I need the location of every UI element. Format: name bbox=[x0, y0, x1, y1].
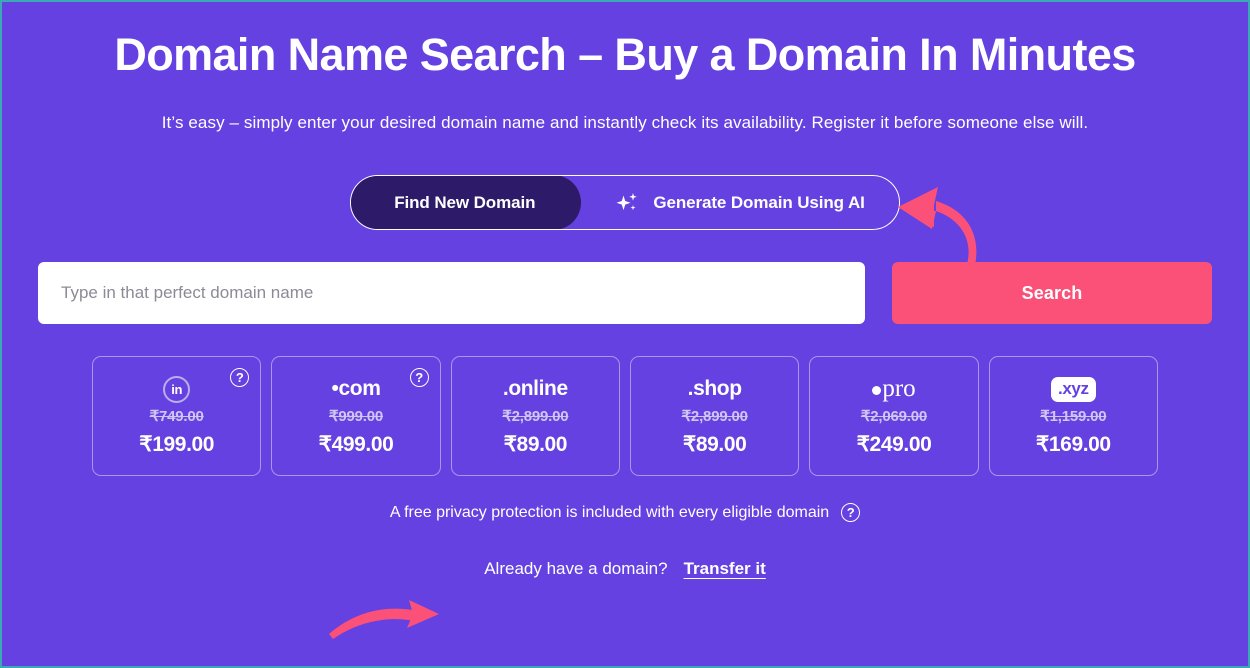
tld-old-price: ₹2,069.00 bbox=[860, 408, 928, 426]
tld-logo: .online bbox=[502, 377, 568, 401]
search-row: Search bbox=[2, 262, 1248, 325]
tld-old-price: ₹2,899.00 bbox=[681, 408, 748, 426]
dot-xyz-logo-icon: .xyz bbox=[1051, 376, 1096, 402]
tld-price-cards: ? in ₹749.00 ₹199.00 ? •com ₹999.00 ₹499… bbox=[2, 356, 1248, 477]
tld-card-com[interactable]: ? •com ₹999.00 ₹499.00 bbox=[271, 356, 441, 477]
dot-pro-logo-icon: pro bbox=[872, 375, 916, 403]
tld-old-price: ₹2,899.00 bbox=[502, 408, 569, 426]
tld-logo: .shop bbox=[687, 377, 742, 401]
tld-new-price: ₹89.00 bbox=[503, 433, 568, 457]
search-button[interactable]: Search bbox=[892, 262, 1212, 325]
tld-logo-text: pro bbox=[882, 375, 916, 403]
tld-card-shop[interactable]: .shop ₹2,899.00 ₹89.00 bbox=[630, 356, 800, 477]
help-icon[interactable]: ? bbox=[841, 503, 861, 523]
tld-logo: in bbox=[163, 375, 191, 403]
tld-card-online[interactable]: .online ₹2,899.00 ₹89.00 bbox=[450, 356, 620, 477]
tld-old-price: ₹999.00 bbox=[328, 408, 384, 426]
tld-old-price: ₹1,159.00 bbox=[1040, 408, 1107, 426]
tld-logo: •com bbox=[331, 377, 381, 401]
tld-logo: pro bbox=[872, 375, 916, 403]
page-subtitle: It’s easy – simply enter your desired do… bbox=[161, 113, 1089, 133]
transfer-it-link[interactable]: Transfer it bbox=[684, 559, 766, 579]
transfer-row: Already have a domain? Transfer it bbox=[2, 559, 1248, 579]
tld-new-price: ₹249.00 bbox=[856, 433, 932, 457]
help-icon[interactable]: ? bbox=[230, 368, 250, 388]
tld-new-price: ₹199.00 bbox=[139, 433, 215, 457]
domain-search-page: Domain Name Search – Buy a Domain In Min… bbox=[0, 0, 1250, 668]
pro-dot-icon bbox=[872, 385, 882, 395]
page-title: Domain Name Search – Buy a Domain In Min… bbox=[114, 29, 1136, 80]
search-mode-toggle-wrap: Find New Domain Generate Domain Using AI bbox=[2, 175, 1248, 231]
dot-in-logo-icon: in bbox=[163, 375, 191, 403]
privacy-note-text: A free privacy protection is included wi… bbox=[389, 503, 830, 521]
tab-find-new-domain[interactable]: Find New Domain bbox=[351, 176, 582, 230]
help-icon[interactable]: ? bbox=[409, 368, 429, 388]
tld-new-price: ₹499.00 bbox=[318, 433, 394, 457]
privacy-note: A free privacy protection is included wi… bbox=[2, 503, 1248, 523]
transfer-prompt: Already have a domain? bbox=[484, 559, 668, 579]
tld-card-xyz[interactable]: .xyz ₹1,159.00 ₹169.00 bbox=[988, 356, 1158, 477]
tab-find-new-domain-label: Find New Domain bbox=[394, 192, 536, 212]
tab-generate-domain-using-ai-label: Generate Domain Using AI bbox=[653, 192, 865, 212]
search-mode-toggle: Find New Domain Generate Domain Using AI bbox=[350, 175, 900, 231]
sparkle-icon bbox=[614, 190, 640, 216]
search-input[interactable] bbox=[38, 262, 865, 325]
tld-logo: .xyz bbox=[1051, 375, 1096, 403]
tld-new-price: ₹89.00 bbox=[682, 433, 747, 457]
tab-generate-domain-using-ai[interactable]: Generate Domain Using AI bbox=[580, 176, 898, 229]
tld-new-price: ₹169.00 bbox=[1035, 433, 1111, 457]
transfer-pointer-arrow-icon bbox=[329, 600, 439, 639]
tld-card-in[interactable]: ? in ₹749.00 ₹199.00 bbox=[92, 356, 262, 477]
tld-card-pro[interactable]: pro ₹2,069.00 ₹249.00 bbox=[809, 356, 979, 477]
tld-old-price: ₹749.00 bbox=[149, 408, 204, 426]
